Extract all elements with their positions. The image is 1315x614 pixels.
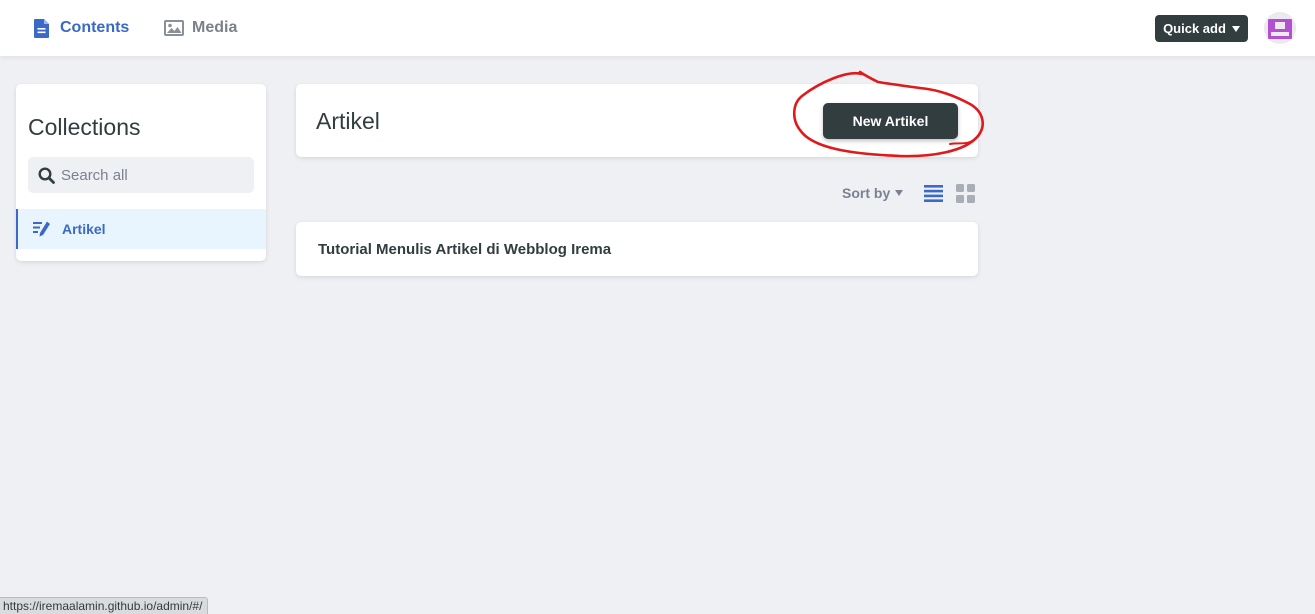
document-icon xyxy=(32,18,52,38)
sort-by-dropdown[interactable]: Sort by xyxy=(842,184,904,202)
user-avatar-icon xyxy=(1264,12,1296,44)
search-box[interactable] xyxy=(28,157,254,193)
status-bar-url: https://iremaalamin.github.io/admin/#/ xyxy=(0,597,209,614)
quick-add-label: Quick add xyxy=(1163,21,1226,36)
collections-sidebar: Collections Artikel xyxy=(16,84,266,261)
entry-card[interactable]: Tutorial Menulis Artikel di Webblog Irem… xyxy=(296,222,978,276)
top-navbar: Contents Media Quick add xyxy=(0,0,1315,56)
image-icon xyxy=(164,18,184,38)
sort-by-label: Sort by xyxy=(842,185,891,201)
write-icon xyxy=(33,221,50,237)
collection-title: Artikel xyxy=(316,108,380,134)
sidebar-item-artikel[interactable]: Artikel xyxy=(16,209,266,249)
entry-title: Tutorial Menulis Artikel di Webblog Irem… xyxy=(318,240,612,258)
nav-media-label: Media xyxy=(192,19,238,36)
search-icon xyxy=(38,166,55,184)
chevron-down-icon xyxy=(1231,25,1240,32)
new-entry-button[interactable]: New Artikel xyxy=(823,103,958,139)
avatar[interactable] xyxy=(1264,12,1296,44)
list-view-icon[interactable] xyxy=(924,184,943,203)
search-input[interactable] xyxy=(61,166,241,184)
grid-view-icon[interactable] xyxy=(956,184,975,203)
nav-media-link[interactable]: Media xyxy=(164,0,237,56)
sidebar-title: Collections xyxy=(28,114,141,140)
chevron-down-icon xyxy=(895,190,904,196)
nav-contents-label: Contents xyxy=(60,19,130,36)
collection-header: Artikel New Artikel xyxy=(296,84,978,157)
nav-contents-link[interactable]: Contents xyxy=(32,0,129,56)
sidebar-item-label: Artikel xyxy=(62,221,106,237)
quick-add-button[interactable]: Quick add xyxy=(1155,15,1248,42)
